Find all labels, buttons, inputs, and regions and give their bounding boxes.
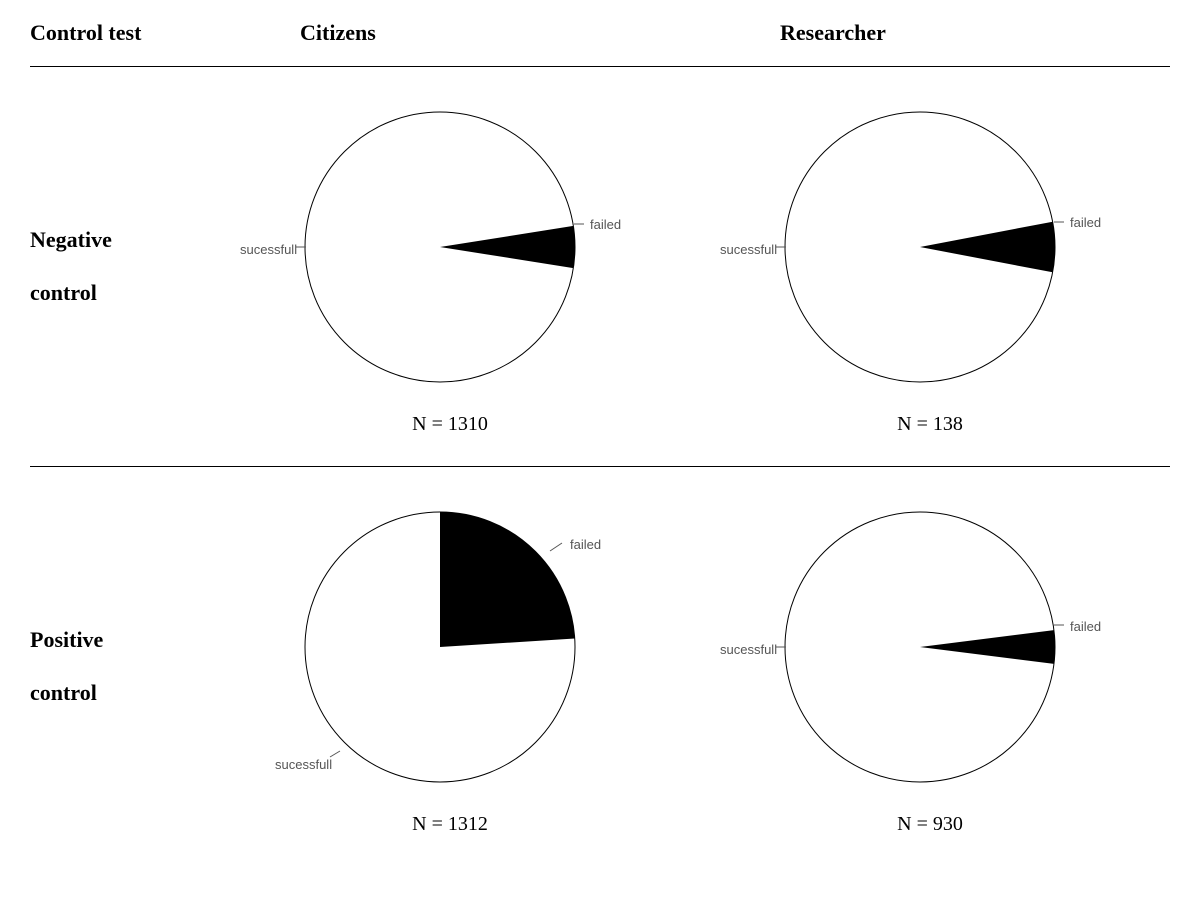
caption-n: N = 930 [897,813,963,836]
pie-positive-researcher: sucessfull failed [710,497,1150,807]
divider [30,466,1170,467]
slice-label-success: sucessfull [240,242,297,257]
slice-label-failed: failed [570,537,601,552]
row-negative-control: Negative control sucessfull failed N = 1… [30,97,1170,436]
divider [30,66,1170,67]
cell-positive-researcher: sucessfull failed N = 930 [690,497,1170,836]
slice-label-success: sucessfull [720,242,777,257]
slice-label-failed: failed [1070,215,1101,230]
row-label-line: Negative [30,214,210,267]
slice-label-failed: failed [590,217,621,232]
caption-n: N = 138 [897,413,963,436]
row-label-line: control [30,267,210,320]
slice-label-success: sucessfull [275,757,332,772]
slice-label-success: sucessfull [720,642,777,657]
pie-positive-citizens: sucessfull failed [230,497,670,807]
pie-negative-researcher: sucessfull failed [710,97,1150,407]
caption-n: N = 1312 [412,813,488,836]
cell-positive-citizens: sucessfull failed N = 1312 [210,497,690,836]
row-label-line: Positive [30,614,210,667]
table-header: Control test Citizens Researcher [30,20,1170,66]
row-label-positive: Positive control [30,614,210,720]
row-positive-control: Positive control sucessfull failed N = 1… [30,497,1170,836]
caption-n: N = 1310 [412,413,488,436]
cell-negative-citizens: sucessfull failed N = 1310 [210,97,690,436]
slice-label-failed: failed [1070,619,1101,634]
row-label-negative: Negative control [30,214,210,320]
header-citizens: Citizens [210,20,690,46]
pie-negative-citizens: sucessfull failed [230,97,670,407]
row-label-line: control [30,667,210,720]
header-researcher: Researcher [690,20,1170,46]
cell-negative-researcher: sucessfull failed N = 138 [690,97,1170,436]
header-control-test: Control test [30,20,210,46]
